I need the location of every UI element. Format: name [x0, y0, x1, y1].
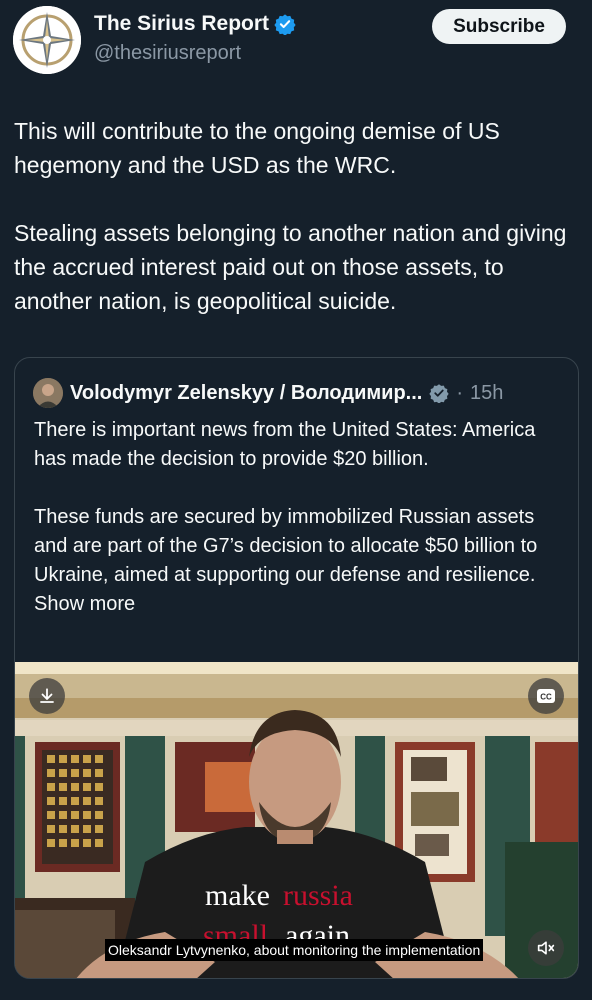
- video-caption: Oleksandr Lytvynenko, about monitoring t…: [105, 939, 484, 961]
- display-name[interactable]: The Sirius Report: [94, 12, 269, 36]
- show-more-link[interactable]: Show more: [34, 593, 135, 615]
- shirt-text: russia: [283, 879, 353, 912]
- closed-captions-icon[interactable]: CC: [528, 678, 564, 714]
- quoted-author-name[interactable]: Volodymyr Zelenskyy / Володимир...: [70, 382, 422, 405]
- verified-badge-icon[interactable]: [274, 13, 296, 36]
- cc-label: CC: [540, 693, 552, 702]
- tweet-body: This will contribute to the ongoing demi…: [14, 114, 580, 318]
- profile-avatar[interactable]: [13, 6, 81, 74]
- tweet-paragraph: Stealing assets belonging to another nat…: [14, 220, 573, 314]
- quoted-paragraph: These funds are secured by immobilized R…: [34, 503, 564, 619]
- verified-badge-icon: [429, 383, 450, 404]
- subscribe-button[interactable]: Subscribe: [432, 9, 566, 44]
- quoted-tweet[interactable]: Volodymyr Zelenskyy / Володимир... · 15h…: [14, 357, 579, 979]
- tweet-paragraph: This will contribute to the ongoing demi…: [14, 118, 507, 178]
- quoted-timestamp[interactable]: 15h: [470, 382, 503, 405]
- quoted-author-avatar[interactable]: [33, 378, 63, 408]
- download-icon[interactable]: [29, 678, 65, 714]
- user-handle[interactable]: @thesiriusreport: [94, 42, 241, 65]
- name-row: The Sirius Report: [94, 12, 296, 36]
- quoted-paragraph-text: These funds are secured by immobilized R…: [34, 506, 538, 586]
- quoted-paragraph: There is important news from the United …: [34, 419, 536, 470]
- video-player[interactable]: make russia small again CC: [15, 662, 578, 978]
- quoted-tweet-header: Volodymyr Zelenskyy / Володимир... · 15h: [33, 378, 503, 408]
- shirt-text: make: [205, 879, 270, 912]
- quoted-tweet-body: There is important news from the United …: [34, 416, 564, 619]
- volume-muted-icon[interactable]: [528, 930, 564, 966]
- tweet-header: The Sirius Report @thesiriusreport Subsc…: [0, 0, 592, 90]
- video-frame: make russia small again: [15, 662, 578, 978]
- separator-dot: ·: [456, 381, 464, 404]
